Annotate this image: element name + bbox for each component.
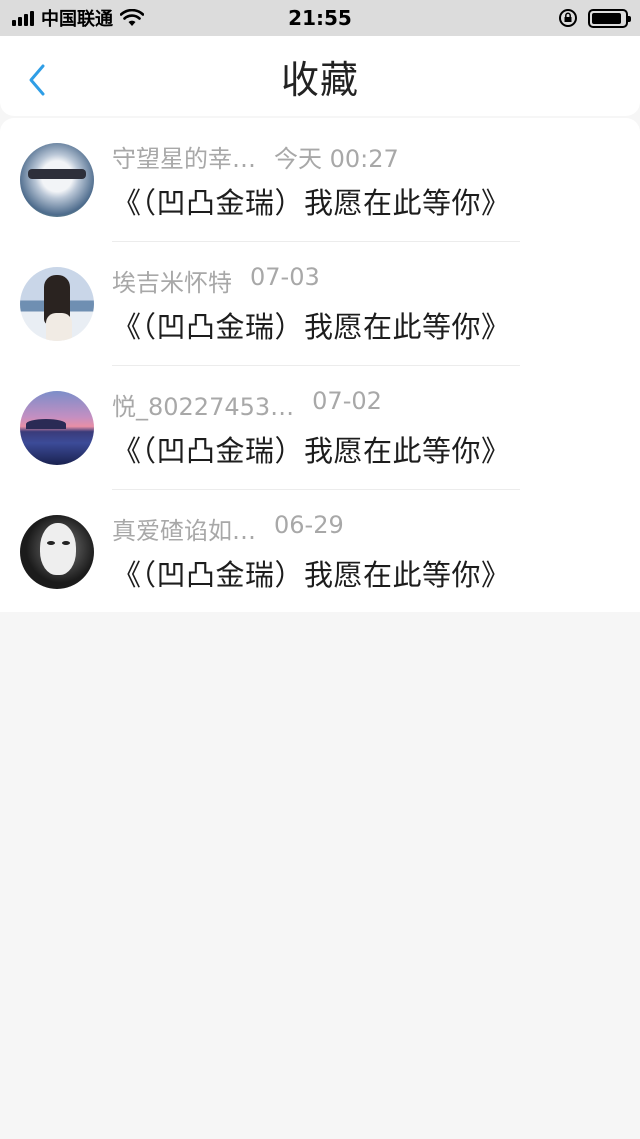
favorites-list: 守望星的幸… 今天 00:27 《（凹凸金瑞）我愿在此等你》 埃吉米怀特 07-… (0, 118, 640, 612)
favorite-item[interactable]: 悦_80227453… 07-02 《（凹凸金瑞）我愿在此等你》 (0, 366, 640, 490)
wifi-icon (120, 9, 144, 26)
work-title: 《（凹凸金瑞）我愿在此等你》 (112, 309, 511, 344)
author-name: 悦_80227453… (112, 392, 295, 421)
favorite-time: 07-02 (312, 386, 382, 415)
author-name: 真爱碴谄如… (112, 516, 256, 545)
avatar (20, 515, 94, 589)
work-title: 《（凹凸金瑞）我愿在此等你》 (112, 557, 511, 592)
page-title: 收藏 (280, 57, 359, 102)
favorite-time: 07-03 (250, 262, 320, 291)
work-title: 《（凹凸金瑞）我愿在此等你》 (112, 185, 511, 220)
carrier-name: 中国联通 (41, 9, 113, 30)
signal-bars-icon (12, 10, 34, 26)
rotation-lock-icon (559, 9, 577, 27)
status-bar: 中国联通 21:55 (0, 0, 640, 36)
author-name: 埃吉米怀特 (112, 268, 232, 297)
back-button[interactable] (22, 60, 52, 100)
battery-icon (588, 8, 631, 28)
navigation-bar: 收藏 (0, 36, 640, 116)
avatar (20, 267, 94, 341)
favorite-item[interactable]: 守望星的幸… 今天 00:27 《（凹凸金瑞）我愿在此等你》 (0, 118, 640, 242)
author-name: 守望星的幸… (112, 144, 256, 173)
chevron-left-icon (29, 64, 45, 96)
avatar (20, 391, 94, 465)
favorite-time: 今天 00:27 (274, 144, 399, 173)
favorite-time: 06-29 (274, 510, 344, 539)
status-left: 中国联通 (12, 5, 144, 31)
favorite-item[interactable]: 埃吉米怀特 07-03 《（凹凸金瑞）我愿在此等你》 (0, 242, 640, 366)
status-right (558, 8, 631, 28)
favorite-item[interactable]: 真爱碴谄如… 06-29 《（凹凸金瑞）我愿在此等你》 (0, 490, 640, 614)
work-title: 《（凹凸金瑞）我愿在此等你》 (112, 433, 511, 468)
avatar (20, 143, 94, 217)
